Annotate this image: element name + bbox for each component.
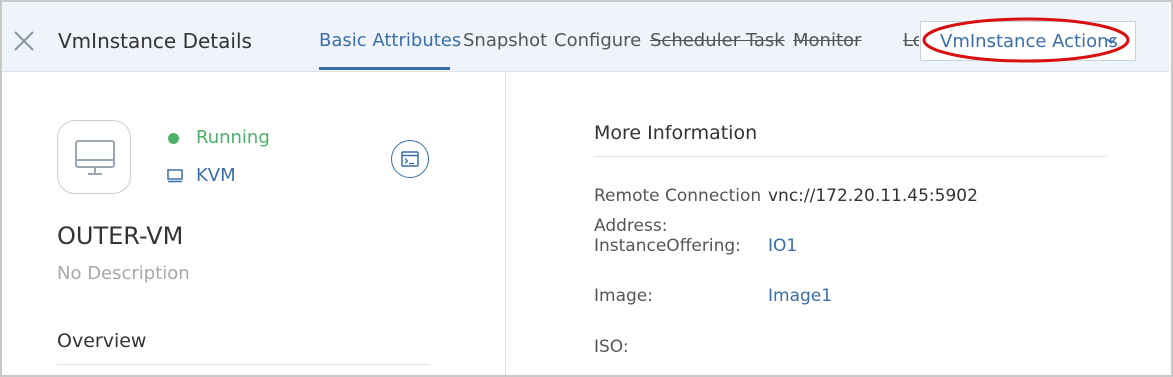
tab-scheduler-task[interactable]: Scheduler Task — [650, 30, 785, 51]
more-information-divider — [594, 156, 1107, 157]
column-divider — [505, 72, 506, 375]
overview-divider — [57, 364, 430, 365]
status-text: Running — [196, 127, 270, 148]
address-label: Address: — [594, 216, 668, 236]
status-dot — [168, 133, 179, 144]
terminal-icon — [401, 151, 419, 167]
active-tab-indicator — [319, 67, 450, 70]
tab-configure[interactable]: Configure — [554, 30, 641, 51]
close-icon[interactable] — [13, 30, 35, 52]
vm-name: OUTER-VM — [57, 222, 184, 250]
image-link[interactable]: Image1 — [768, 286, 832, 306]
vm-description[interactable]: No Description — [57, 263, 190, 284]
tab-snapshot[interactable]: Snapshot — [463, 30, 547, 51]
tab-log[interactable]: Log — [903, 30, 919, 51]
page-title: VmInstance Details — [58, 29, 252, 53]
tab-basic-attributes[interactable]: Basic Attributes — [319, 30, 461, 51]
hypervisor-icon — [167, 169, 183, 183]
more-information-title: More Information — [594, 122, 758, 144]
remote-connection-value: vnc://172.20.11.45:5902 — [768, 186, 978, 206]
console-button[interactable] — [391, 140, 429, 178]
instance-offering-label: InstanceOffering: — [594, 236, 741, 256]
remote-connection-label: Remote Connection — [594, 186, 762, 206]
iso-label: ISO: — [594, 337, 629, 357]
tab-monitor[interactable]: Monitor — [793, 30, 861, 51]
instance-offering-link[interactable]: IO1 — [768, 236, 797, 256]
vm-avatar — [57, 120, 131, 194]
overview-heading: Overview — [57, 330, 147, 352]
hypervisor-type: KVM — [196, 165, 236, 186]
annotation-circle — [922, 17, 1130, 63]
monitor-icon — [75, 140, 115, 175]
image-label: Image: — [594, 286, 653, 306]
